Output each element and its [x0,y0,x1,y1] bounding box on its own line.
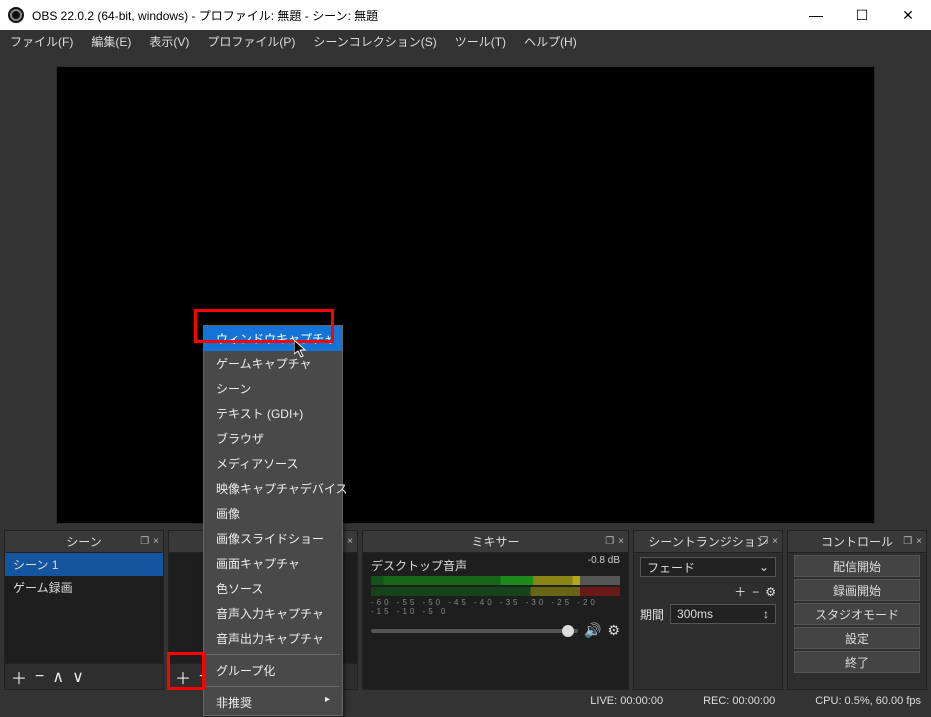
studio-mode-button[interactable]: スタジオモード [794,603,920,625]
menu-item-display-capture[interactable]: 画面キャプチャ [204,551,342,576]
mixer-track-name: デスクトップ音声 [371,557,620,574]
status-live: LIVE: 00:00:00 [590,695,663,707]
menu-item-game-capture[interactable]: ゲームキャプチャ [204,351,342,376]
remove-scene-button[interactable]: − [35,668,44,686]
menu-item-scene[interactable]: シーン [204,376,342,401]
menu-item-video-capture-device[interactable]: 映像キャプチャデバイス [204,476,342,501]
scene-down-button[interactable]: ∨ [72,667,84,687]
add-transition-button[interactable]: ＋ [734,583,746,600]
volume-slider[interactable] [371,629,578,633]
menu-scene-collection[interactable]: シーンコレクション(S) [307,31,442,52]
mixer-db-readout: -0.8 dB [588,555,620,566]
window-titlebar: OBS 22.0.2 (64-bit, windows) - プロファイル: 無… [0,0,931,30]
maximize-button[interactable]: ☐ [839,0,885,30]
menu-item-text-gdi[interactable]: テキスト (GDI+) [204,401,342,426]
preview-area [0,52,931,530]
track-settings-icon[interactable]: ⚙ [607,622,620,639]
panel-scenes-title: シーン [66,533,101,550]
window-title: OBS 22.0.2 (64-bit, windows) - プロファイル: 無… [32,7,793,24]
scenes-list[interactable]: シーン 1 ゲーム録画 [5,553,163,663]
preview-canvas[interactable] [56,66,875,524]
add-source-button[interactable]: ＋ [175,665,191,689]
transition-settings-button[interactable]: ⚙ [765,585,776,599]
mixer-meter [371,576,620,585]
remove-transition-button[interactable]: − [752,585,759,599]
chevron-down-icon: ⌄ [759,560,769,574]
menu-item-window-capture[interactable]: ウィンドウキャプチャ [204,326,342,351]
panel-close-icon[interactable]: × [153,536,159,547]
panel-close-icon[interactable]: × [347,536,353,547]
status-rec: REC: 00:00:00 [703,695,775,707]
menu-item-deprecated[interactable]: 非推奨 [204,690,342,715]
menu-file[interactable]: ファイル(F) [4,31,79,52]
panel-close-icon[interactable]: × [916,536,922,547]
panel-transitions: シーントランジション ❐ × フェード ⌄ ＋ − ⚙ 期間 [633,530,783,690]
menu-separator [206,654,340,655]
start-recording-button[interactable]: 録画開始 [794,579,920,601]
menu-item-group[interactable]: グループ化 [204,658,342,683]
panel-detach-icon[interactable]: ❐ [759,536,768,547]
minimize-button[interactable]: — [793,0,839,30]
mixer-track: デスクトップ音声 -0.8 dB -60 -55 -50 -45 -40 -35… [363,553,628,689]
menubar: ファイル(F) 編集(E) 表示(V) プロファイル(P) シーンコレクション(… [0,30,931,52]
scene-item[interactable]: ゲーム録画 [5,576,163,599]
scene-up-button[interactable]: ∧ [52,667,64,687]
transition-select[interactable]: フェード ⌄ [640,557,776,577]
status-cpu: CPU: 0.5%, 60.00 fps [815,695,921,707]
menu-item-audio-output-capture[interactable]: 音声出力キャプチャ [204,626,342,651]
transition-select-value: フェード [647,559,695,576]
duration-label: 期間 [640,606,664,623]
obs-logo-icon [8,7,24,23]
start-streaming-button[interactable]: 配信開始 [794,555,920,577]
speaker-icon[interactable]: 🔊 [584,622,601,639]
menu-item-audio-input-capture[interactable]: 音声入力キャプチャ [204,601,342,626]
menu-item-image-slideshow[interactable]: 画像スライドショー [204,526,342,551]
panel-detach-icon[interactable]: ❐ [903,536,912,547]
statusbar: LIVE: 00:00:00 REC: 00:00:00 CPU: 0.5%, … [0,690,931,712]
add-source-context-menu: ウィンドウキャプチャ ゲームキャプチャ シーン テキスト (GDI+) ブラウザ… [203,325,343,716]
add-scene-button[interactable]: ＋ [11,665,27,689]
menu-item-browser[interactable]: ブラウザ [204,426,342,451]
menu-edit[interactable]: 編集(E) [85,31,137,52]
panel-close-icon[interactable]: × [618,536,624,547]
panel-mixer-title: ミキサー [471,533,519,550]
settings-button[interactable]: 設定 [794,627,920,649]
menu-item-media-source[interactable]: メディアソース [204,451,342,476]
menu-profile[interactable]: プロファイル(P) [201,31,301,52]
menu-help[interactable]: ヘルプ(H) [518,31,583,52]
panel-scenes: シーン ❐ × シーン 1 ゲーム録画 ＋ − ∧ ∨ [4,530,164,690]
mixer-scale: -60 -55 -50 -45 -40 -35 -30 -25 -20 -15 … [371,598,620,616]
duration-value: 300ms [677,607,713,621]
panel-controls: コントロール ❐ × 配信開始 録画開始 スタジオモード 設定 終了 [787,530,927,690]
panel-detach-icon[interactable]: ❐ [605,536,614,547]
panel-transitions-title: シーントランジション [648,533,767,550]
exit-button[interactable]: 終了 [794,651,920,673]
panel-controls-title: コントロール [821,533,893,550]
duration-input[interactable]: 300ms ↕ [670,604,776,624]
menu-separator [206,686,340,687]
panel-close-icon[interactable]: × [772,536,778,547]
close-button[interactable]: ✕ [885,0,931,30]
panel-mixer: ミキサー ❐ × デスクトップ音声 -0.8 dB -60 -55 -50 -4… [362,530,629,690]
scene-item[interactable]: シーン 1 [5,553,163,576]
menu-view[interactable]: 表示(V) [143,31,195,52]
spinner-icon[interactable]: ↕ [763,607,769,621]
menu-item-color-source[interactable]: 色ソース [204,576,342,601]
menu-item-image[interactable]: 画像 [204,501,342,526]
panel-detach-icon[interactable]: ❐ [140,536,149,547]
mixer-meter [371,587,620,596]
menu-tools[interactable]: ツール(T) [449,31,512,52]
